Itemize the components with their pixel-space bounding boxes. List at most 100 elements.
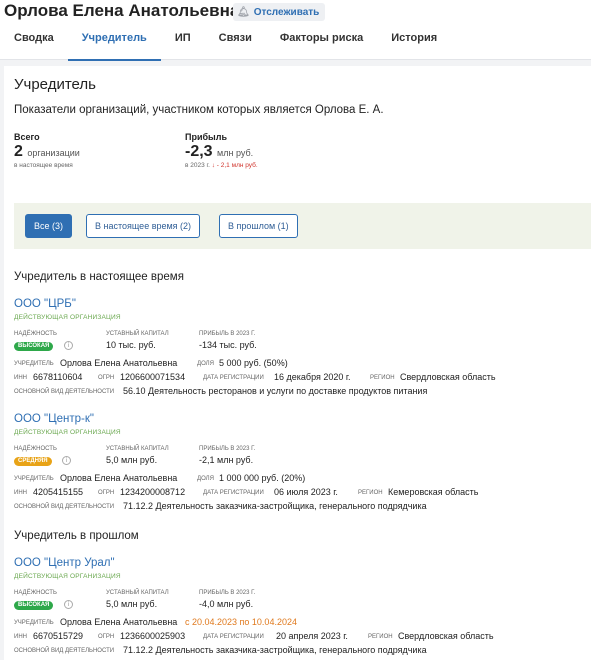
- reg-date-label: Дата регистрации: [203, 375, 264, 381]
- reliability-label: Надёжность: [14, 590, 57, 596]
- bell-icon: 🔔︎: [237, 6, 250, 18]
- founder-label: Учредитель: [14, 361, 54, 367]
- org-card: ООО "Центр-к" Действующая организация На…: [14, 413, 584, 523]
- founder-value: Орлова Елена Анатольевна: [60, 358, 178, 368]
- tab-links[interactable]: Связи: [205, 28, 266, 60]
- inn-value: 4205415155: [33, 487, 84, 497]
- region-value: Свердловская область: [398, 631, 494, 641]
- tab-summary[interactable]: Сводка: [0, 28, 68, 60]
- share-value: 5 000 руб. (50%): [219, 358, 288, 368]
- inn-value: 6678110604: [33, 372, 83, 382]
- activity-value: 71.12.2 Деятельность заказчика-застройщи…: [123, 501, 427, 511]
- profit-label: Прибыль в 2023 г.: [199, 331, 256, 337]
- capital-label: Уставный капитал: [106, 590, 169, 596]
- page-subtitle: Показатели организаций, участником котор…: [14, 104, 384, 116]
- tab-history[interactable]: История: [377, 28, 451, 60]
- current-section-title: Учредитель в настоящее время: [14, 271, 184, 283]
- reg-date-value: 06 июля 2023 г.: [274, 487, 338, 497]
- org-name-link[interactable]: ООО "Центр-к": [14, 413, 94, 425]
- inn-value: 6670515729: [33, 631, 84, 641]
- capital-value: 5,0 млн руб.: [106, 455, 158, 465]
- founder-label: Учредитель: [14, 620, 54, 626]
- share-label: Доля: [197, 476, 214, 482]
- activity-label: Основной вид деятельности: [14, 504, 115, 510]
- inn-label: ИНН: [14, 375, 27, 381]
- total-unit: организации: [27, 148, 80, 158]
- filter-all-button[interactable]: Все (3): [25, 214, 73, 238]
- founder-card: Учредитель Показатели организаций, участ…: [4, 66, 591, 660]
- total-value: 2: [14, 143, 23, 160]
- past-section-title: Учредитель в прошлом: [14, 530, 139, 542]
- profit-note: в 2023 г.: [185, 162, 210, 169]
- profit-unit: млн руб.: [217, 148, 254, 158]
- page-title: Учредитель: [14, 76, 96, 93]
- reliability-badge: Высокая: [14, 342, 54, 351]
- ogrn-value: 1234200008712: [120, 487, 186, 497]
- tab-bar: Сводка Учредитель ИП Связи Факторы риска…: [0, 28, 451, 61]
- reliability-badge: Высокая: [14, 601, 54, 610]
- filter-current-button[interactable]: В настоящее время (2): [86, 214, 201, 238]
- capital-value: 5,0 млн руб.: [106, 599, 158, 609]
- reg-date-value: 20 апреля 2023 г.: [276, 631, 348, 641]
- region-label: Регион: [358, 490, 383, 496]
- ogrn-value: 1236600025903: [120, 631, 186, 641]
- org-status: Действующая организация: [14, 429, 121, 436]
- profit-value: -2,1 млн руб.: [199, 455, 254, 465]
- reg-date-label: Дата регистрации: [203, 634, 264, 640]
- profit-note-row: в 2023 г. ↓ - 2,1 млн руб.: [185, 162, 258, 169]
- profile-header: Орлова Елена Анатольевна 🔔︎ Отслеживать …: [0, 0, 591, 61]
- ogrn-label: ОГРН: [98, 634, 115, 640]
- reg-date-value: 16 декабря 2020 г.: [274, 372, 351, 382]
- profit-value: -134 тыс. руб.: [199, 340, 257, 350]
- reliability-label: Надёжность: [14, 331, 57, 337]
- region-value: Свердловская область: [400, 372, 496, 382]
- org-status: Действующая организация: [14, 573, 121, 580]
- profit-stat: Прибыль -2,3 млн руб. в 2023 г. ↓ - 2,1 …: [185, 132, 258, 169]
- person-name: Орлова Елена Анатольевна: [4, 1, 240, 20]
- reg-date-label: Дата регистрации: [203, 490, 264, 496]
- org-name-link[interactable]: ООО "ЦРБ": [14, 298, 76, 310]
- profit-delta: ↓ - 2,1 млн руб.: [211, 162, 258, 169]
- profit-value: -2,3: [185, 143, 213, 160]
- founder-label: Учредитель: [14, 476, 54, 482]
- capital-label: Уставный капитал: [106, 446, 169, 452]
- total-value-row: 2 организации: [14, 143, 80, 161]
- founder-value: Орлова Елена Анатольевна: [60, 473, 178, 483]
- capital-value: 10 тыс. руб.: [106, 340, 156, 350]
- track-button-label: Отслеживать: [253, 6, 320, 18]
- tab-risk-factors[interactable]: Факторы риска: [266, 28, 377, 60]
- reliability-label: Надёжность: [14, 446, 57, 452]
- filter-bar: Все (3) В настоящее время (2) В прошлом …: [14, 203, 591, 249]
- region-label: Регион: [370, 375, 395, 381]
- profit-value-row: -2,3 млн руб.: [185, 143, 258, 161]
- info-icon[interactable]: i: [64, 341, 73, 350]
- share-value: 1 000 000 руб. (20%): [219, 473, 306, 483]
- tab-founder[interactable]: Учредитель: [67, 28, 161, 61]
- org-name-link[interactable]: ООО "Центр Урал": [14, 557, 115, 569]
- total-stat: Всего 2 организации в настоящее время: [14, 132, 80, 169]
- founder-value: Орлова Елена Анатольевна: [60, 617, 178, 627]
- ogrn-label: ОГРН: [98, 375, 115, 381]
- region-value: Кемеровская область: [388, 487, 479, 497]
- org-card: ООО "Центр Урал" Действующая организация…: [14, 557, 584, 660]
- ogrn-value: 1206600071534: [120, 372, 186, 382]
- reliability-badge: Средняя: [14, 457, 52, 466]
- region-label: Регион: [368, 634, 393, 640]
- activity-value: 71.12.2 Деятельность заказчика-застройщи…: [123, 645, 427, 655]
- activity-label: Основной вид деятельности: [14, 648, 115, 654]
- ogrn-label: ОГРН: [98, 490, 115, 496]
- filter-past-button[interactable]: В прошлом (1): [219, 214, 298, 238]
- profit-label: Прибыль: [185, 132, 227, 142]
- capital-label: Уставный капитал: [106, 331, 169, 337]
- profit-value: -4,0 млн руб.: [199, 599, 254, 609]
- inn-label: ИНН: [14, 490, 27, 496]
- info-icon[interactable]: i: [64, 600, 73, 609]
- org-card: ООО "ЦРБ" Действующая организация Надёжн…: [14, 298, 584, 408]
- activity-label: Основной вид деятельности: [14, 389, 115, 395]
- org-status: Действующая организация: [14, 314, 121, 321]
- inn-label: ИНН: [14, 634, 27, 640]
- track-button[interactable]: 🔔︎ Отслеживать: [233, 3, 326, 21]
- info-icon[interactable]: i: [62, 456, 71, 465]
- tab-ip[interactable]: ИП: [161, 28, 205, 60]
- profit-label: Прибыль в 2023 г.: [199, 446, 256, 452]
